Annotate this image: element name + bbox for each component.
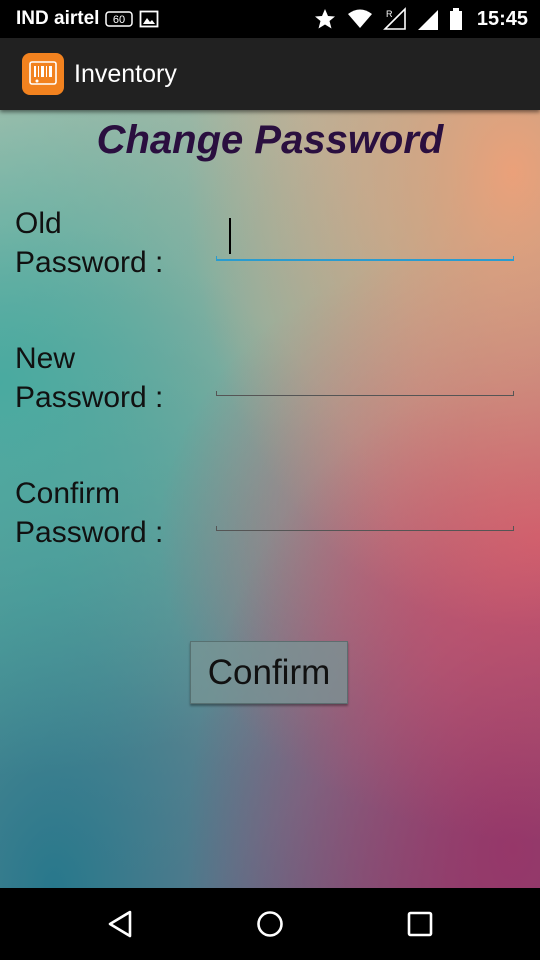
- signal-filled-icon: [417, 7, 439, 31]
- old-password-label: Old Password :: [15, 204, 163, 282]
- action-bar: Inventory: [0, 38, 540, 110]
- new-password-label-line1: New: [15, 342, 76, 375]
- battery-icon: [449, 7, 463, 31]
- back-icon[interactable]: [102, 906, 138, 942]
- wifi-icon: [347, 8, 373, 30]
- status-bar-left: IND airtel 60: [16, 0, 159, 38]
- status-bar: IND airtel 60 R 15:45: [0, 0, 540, 38]
- roaming-label: R: [386, 9, 393, 19]
- change-password-screen: Change Password Old Password : New Passw…: [0, 110, 540, 888]
- text-cursor: [229, 218, 231, 254]
- star-icon: [313, 7, 337, 31]
- home-icon[interactable]: [252, 906, 288, 942]
- network-badge-text: 60: [113, 14, 125, 26]
- new-password-input[interactable]: [216, 353, 518, 395]
- old-password-label-line2: Password :: [15, 246, 164, 279]
- confirm-button[interactable]: Confirm: [190, 641, 348, 704]
- status-bar-right: R 15:45: [313, 0, 528, 38]
- clock: 15:45: [476, 7, 528, 30]
- page-title: Change Password: [96, 118, 444, 162]
- old-password-input[interactable]: [216, 216, 518, 258]
- app-title: Inventory: [74, 59, 177, 88]
- barcode-icon: [22, 53, 64, 95]
- image-icon: [139, 10, 159, 28]
- confirm-password-label: Confirm Password :: [15, 474, 163, 552]
- navigation-bar: [0, 888, 540, 960]
- new-password-underline: [216, 391, 514, 396]
- old-password-label-line1: Old: [15, 207, 62, 240]
- new-password-label: New Password :: [15, 339, 163, 417]
- recents-icon[interactable]: [402, 906, 438, 942]
- new-password-label-line2: Password :: [15, 381, 164, 414]
- network-60-icon: 60: [105, 9, 134, 29]
- carrier-name: IND airtel: [16, 8, 100, 29]
- confirm-password-input[interactable]: [216, 488, 518, 530]
- signal-icon: R: [382, 7, 407, 31]
- old-password-underline: [216, 256, 514, 261]
- confirm-password-label-line2: Password :: [15, 516, 164, 549]
- confirm-password-label-line1: Confirm: [15, 477, 121, 510]
- confirm-password-underline: [216, 526, 514, 531]
